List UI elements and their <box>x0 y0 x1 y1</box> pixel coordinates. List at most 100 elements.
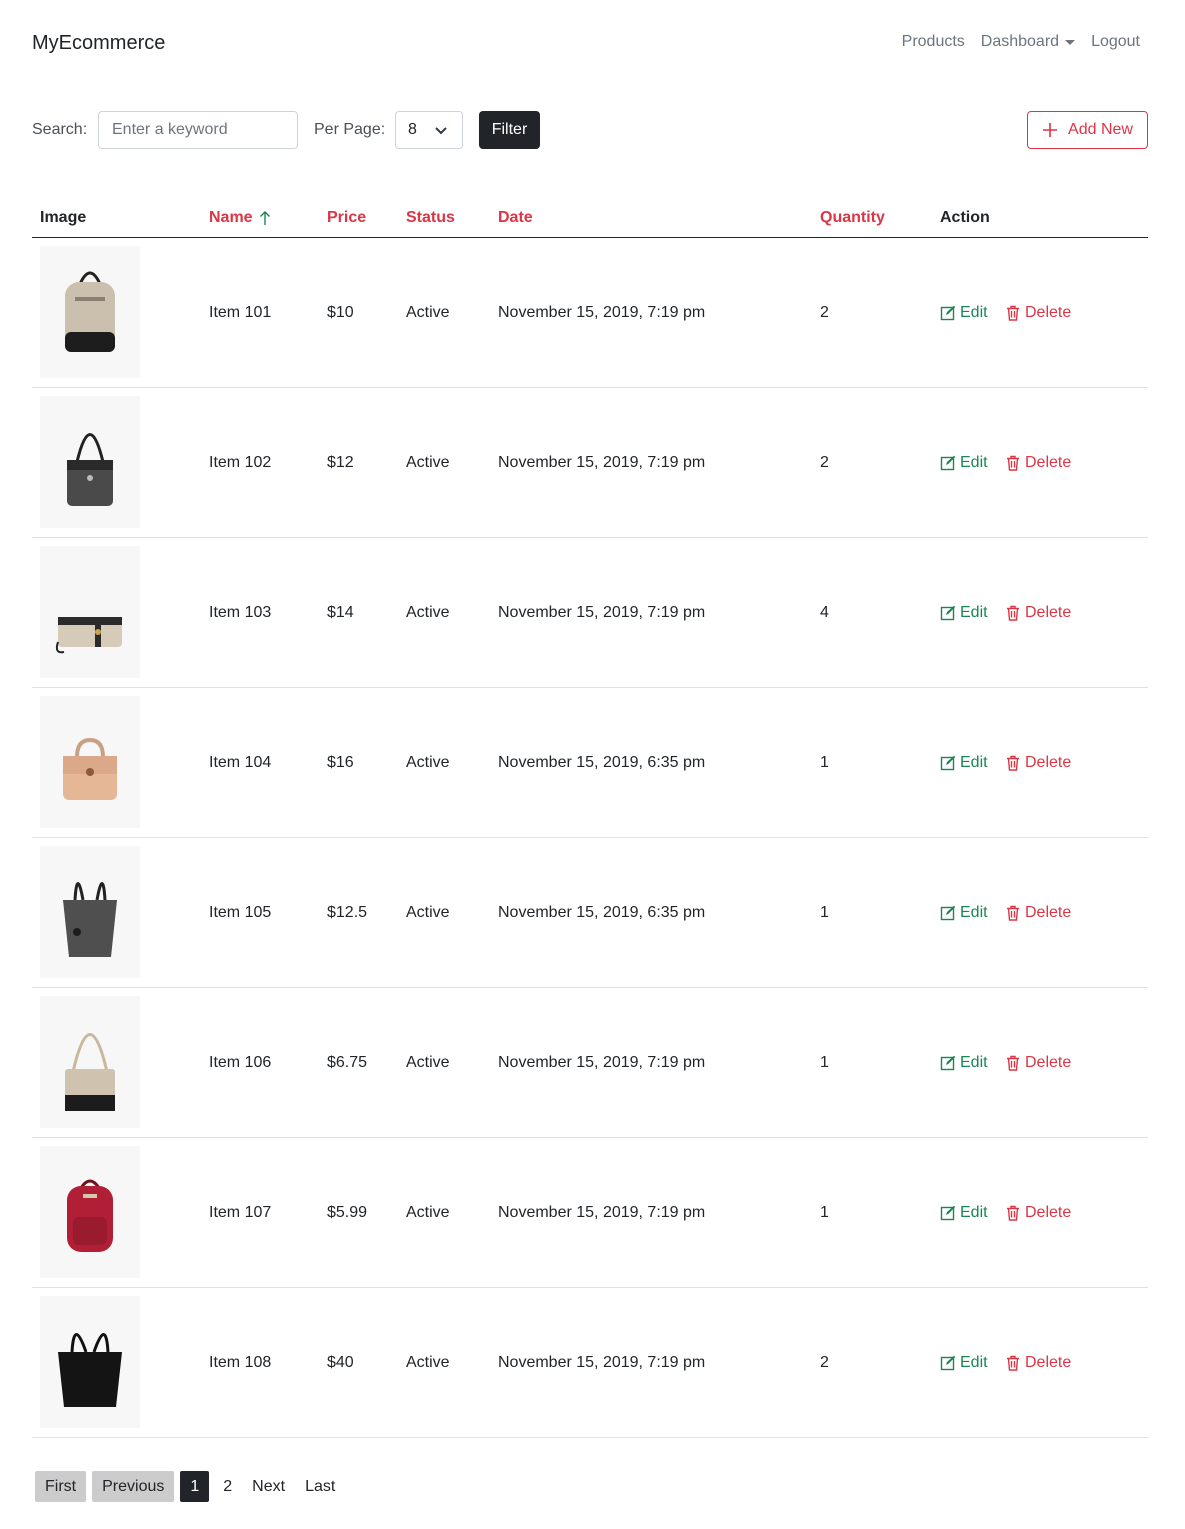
navbar: MyEcommerce Products Dashboard Logout <box>0 0 1185 88</box>
edit-label: Edit <box>960 754 988 771</box>
add-new-button[interactable]: Add New <box>1027 111 1148 149</box>
product-date: November 15, 2019, 6:35 pm <box>498 904 706 921</box>
product-status: Active <box>406 304 450 321</box>
product-date: November 15, 2019, 7:19 pm <box>498 604 706 621</box>
toolbar: Search: Per Page: 8 Filter Add New <box>32 111 1148 149</box>
header-status[interactable]: Status <box>406 209 455 227</box>
chevron-down-icon <box>435 127 447 135</box>
edit-button[interactable]: Edit <box>940 754 988 772</box>
page-first[interactable]: First <box>35 1471 87 1502</box>
product-quantity: 4 <box>820 604 829 621</box>
product-status: Active <box>406 904 450 921</box>
product-image <box>40 696 140 828</box>
table-row: Item 103 $14 Active November 15, 2019, 7… <box>32 538 1148 688</box>
header-price[interactable]: Price <box>327 209 366 227</box>
product-name: Item 102 <box>209 454 272 471</box>
product-quantity: 1 <box>820 1054 829 1071</box>
brand[interactable]: MyEcommerce <box>32 32 165 55</box>
delete-button[interactable]: Delete <box>1005 1054 1071 1072</box>
nav-products[interactable]: Products <box>902 33 965 51</box>
product-status: Active <box>406 1354 450 1371</box>
per-page-label: Per Page: <box>314 121 386 138</box>
page-2[interactable]: 2 <box>213 1471 242 1502</box>
product-date: November 15, 2019, 7:19 pm <box>498 454 706 471</box>
header-action: Action <box>940 209 990 226</box>
edit-icon <box>940 905 956 921</box>
product-image <box>40 1296 140 1428</box>
product-date: November 15, 2019, 7:19 pm <box>498 1354 706 1371</box>
table-row: Item 101 $10 Active November 15, 2019, 7… <box>32 238 1148 388</box>
edit-icon <box>940 755 956 771</box>
delete-label: Delete <box>1025 754 1072 771</box>
nav-dashboard[interactable]: Dashboard <box>980 33 1076 51</box>
table-row: Item 105 $12.5 Active November 15, 2019,… <box>32 838 1148 988</box>
product-quantity: 2 <box>820 454 829 471</box>
product-price: $14 <box>327 604 354 621</box>
product-image <box>40 246 140 378</box>
edit-icon <box>940 1205 956 1221</box>
edit-button[interactable]: Edit <box>940 304 988 322</box>
delete-button[interactable]: Delete <box>1005 304 1071 322</box>
edit-button[interactable]: Edit <box>940 1204 988 1222</box>
trash-icon <box>1007 1205 1019 1221</box>
product-price: $12.5 <box>327 904 368 921</box>
filter-button[interactable]: Filter <box>479 111 540 149</box>
product-price: $12 <box>327 454 354 471</box>
product-image <box>40 996 140 1128</box>
product-date: November 15, 2019, 7:19 pm <box>498 1204 706 1221</box>
product-name: Item 105 <box>209 904 272 921</box>
edit-label: Edit <box>960 1354 988 1371</box>
edit-button[interactable]: Edit <box>940 904 988 922</box>
delete-button[interactable]: Delete <box>1005 1354 1071 1372</box>
header-name[interactable]: Name <box>209 209 271 227</box>
page-1[interactable]: 1 <box>180 1471 210 1502</box>
delete-button[interactable]: Delete <box>1005 454 1071 472</box>
product-name: Item 106 <box>209 1054 272 1071</box>
product-status: Active <box>406 754 450 771</box>
trash-icon <box>1007 305 1019 321</box>
product-quantity: 1 <box>820 904 829 921</box>
edit-button[interactable]: Edit <box>940 454 988 472</box>
product-name: Item 107 <box>209 1204 272 1221</box>
trash-icon <box>1007 905 1019 921</box>
trash-icon <box>1007 1355 1019 1371</box>
delete-button[interactable]: Delete <box>1005 754 1071 772</box>
edit-button[interactable]: Edit <box>940 604 988 622</box>
pagination: First Previous 1 2 Next Last <box>35 1471 345 1502</box>
nav-logout[interactable]: Logout <box>1091 33 1140 51</box>
delete-button[interactable]: Delete <box>1005 904 1071 922</box>
page-last[interactable]: Last <box>295 1471 345 1502</box>
per-page-value: 8 <box>408 121 417 138</box>
nav-dashboard-label: Dashboard <box>980 33 1060 50</box>
per-page-select[interactable]: 8 <box>395 111 463 149</box>
product-image <box>40 1146 140 1278</box>
product-name: Item 103 <box>209 604 272 621</box>
edit-button[interactable]: Edit <box>940 1354 988 1372</box>
product-status: Active <box>406 604 450 621</box>
product-image <box>40 546 140 678</box>
page-next[interactable]: Next <box>242 1471 295 1502</box>
header-quantity[interactable]: Quantity <box>820 209 885 227</box>
header-image: Image <box>40 209 87 226</box>
product-image <box>40 846 140 978</box>
delete-button[interactable]: Delete <box>1005 604 1071 622</box>
product-image <box>40 396 140 528</box>
header-date[interactable]: Date <box>498 209 533 227</box>
trash-icon <box>1007 1055 1019 1071</box>
delete-label: Delete <box>1025 904 1072 921</box>
product-date: November 15, 2019, 7:19 pm <box>498 1054 706 1071</box>
product-price: $40 <box>327 1354 354 1371</box>
product-status: Active <box>406 454 450 471</box>
delete-label: Delete <box>1025 604 1072 621</box>
edit-label: Edit <box>960 454 988 471</box>
caret-down-icon <box>1065 40 1076 45</box>
search-input[interactable] <box>98 111 298 149</box>
edit-label: Edit <box>960 604 988 621</box>
add-new-label: Add New <box>1068 121 1133 138</box>
edit-label: Edit <box>960 1054 988 1071</box>
delete-button[interactable]: Delete <box>1005 1204 1071 1222</box>
product-status: Active <box>406 1054 450 1071</box>
page-previous[interactable]: Previous <box>92 1471 175 1502</box>
edit-button[interactable]: Edit <box>940 1054 988 1072</box>
edit-label: Edit <box>960 1204 988 1221</box>
